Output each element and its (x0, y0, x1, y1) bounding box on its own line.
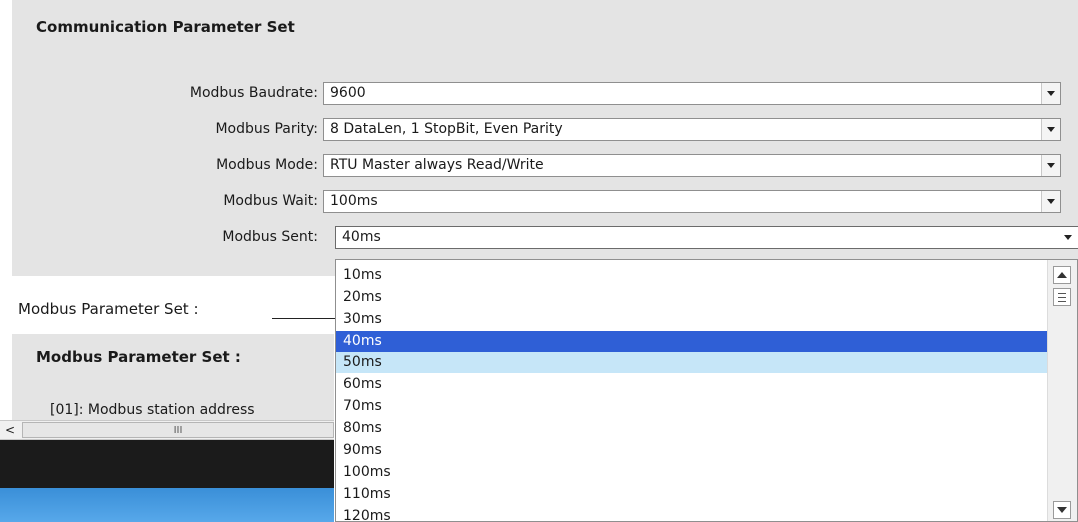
wait-select[interactable]: 100ms (323, 190, 1061, 213)
mode-select[interactable]: RTU Master always Read/Write (323, 154, 1061, 177)
option-40ms[interactable]: 40ms (336, 331, 1047, 352)
modbus-parameter-header: Modbus Parameter Set : (18, 300, 199, 318)
vertical-scrollbar[interactable] (1047, 260, 1077, 521)
option-50ms[interactable]: 50ms (336, 352, 1047, 373)
scroll-grip-icon[interactable] (1053, 288, 1071, 306)
dark-background-strip (0, 440, 334, 488)
communication-parameter-title: Communication Parameter Set (36, 18, 295, 36)
chevron-down-icon[interactable] (1041, 83, 1060, 104)
scroll-left-icon[interactable]: < (0, 421, 20, 439)
modbus-parameter-panel: Modbus Parameter Set : [01]: Modbus stat… (12, 334, 334, 420)
option-30ms[interactable]: 30ms (336, 309, 1047, 330)
mode-label: Modbus Mode: (216, 157, 318, 173)
header-divider (272, 318, 336, 319)
baudrate-select[interactable]: 9600 (323, 82, 1061, 105)
chevron-down-icon[interactable] (1041, 119, 1060, 140)
option-120ms[interactable]: 120ms (336, 506, 1047, 521)
parity-value: 8 DataLen, 1 StopBit, Even Parity (330, 121, 563, 137)
option-110ms[interactable]: 110ms (336, 484, 1047, 505)
option-90ms[interactable]: 90ms (336, 440, 1047, 461)
sent-label: Modbus Sent: (222, 229, 318, 245)
modbus-parameter-title: Modbus Parameter Set : (36, 348, 241, 366)
chevron-down-icon[interactable] (1041, 155, 1060, 176)
blue-background-strip (0, 488, 334, 522)
scroll-up-icon[interactable] (1053, 266, 1071, 284)
option-60ms[interactable]: 60ms (336, 374, 1047, 395)
station-address-label: [01]: Modbus station address (50, 402, 255, 418)
mode-value: RTU Master always Read/Write (330, 157, 544, 173)
chevron-down-icon[interactable] (1059, 227, 1077, 248)
option-10ms[interactable]: 10ms (336, 265, 1047, 286)
option-20ms[interactable]: 20ms (336, 287, 1047, 308)
sent-select[interactable]: 40ms (335, 226, 1078, 249)
scroll-thumb[interactable]: III (22, 422, 334, 438)
option-100ms[interactable]: 100ms (336, 462, 1047, 483)
sent-value: 40ms (342, 229, 381, 245)
baudrate-label: Modbus Baudrate: (189, 85, 318, 101)
horizontal-scrollbar[interactable]: < III (0, 420, 334, 440)
parity-select[interactable]: 8 DataLen, 1 StopBit, Even Parity (323, 118, 1061, 141)
baudrate-value: 9600 (330, 85, 366, 101)
wait-label: Modbus Wait: (223, 193, 318, 209)
parity-label: Modbus Parity: (215, 121, 318, 137)
option-80ms[interactable]: 80ms (336, 418, 1047, 439)
scroll-down-icon[interactable] (1053, 501, 1071, 519)
option-70ms[interactable]: 70ms (336, 396, 1047, 417)
sent-dropdown-list[interactable]: 10ms 20ms 30ms 40ms 50ms 60ms 70ms 80ms … (335, 259, 1078, 522)
chevron-down-icon[interactable] (1041, 191, 1060, 212)
wait-value: 100ms (330, 193, 378, 209)
